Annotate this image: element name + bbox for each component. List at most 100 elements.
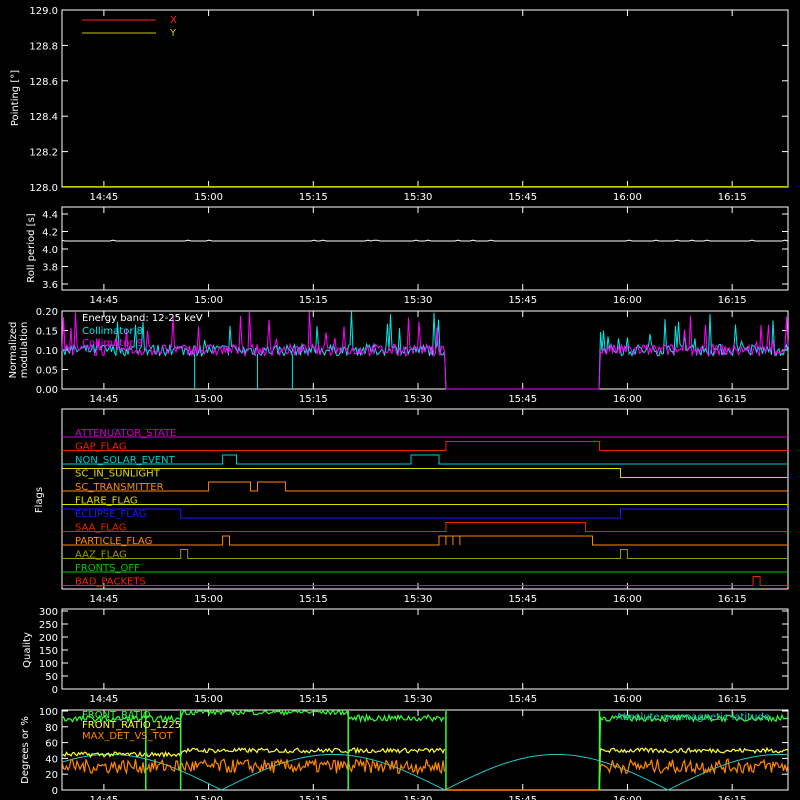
y-tick-label: 0: [52, 786, 58, 797]
modulation-ylabel-line2: modulation: [19, 322, 30, 379]
y-tick-label: 128.0: [29, 183, 58, 194]
legend-collimator-8: Collimator 8: [82, 326, 143, 337]
x-tick-label: 16:00: [613, 694, 642, 705]
x-tick-label: 15:45: [508, 295, 537, 306]
x-tick-label: 15:15: [299, 594, 328, 605]
x-tick-label: 15:00: [194, 795, 223, 800]
y-tick-label: 0.00: [36, 385, 58, 396]
legend-y-label: Y: [169, 28, 177, 39]
pointing-ylabel: Pointing [°]: [10, 70, 21, 126]
y-tick-label: 150: [39, 646, 58, 657]
x-tick-label: 14:45: [89, 594, 118, 605]
x-tick-label: 14:45: [89, 295, 118, 306]
x-tick-label: 15:30: [404, 594, 433, 605]
y-tick-label: 128.4: [29, 112, 58, 123]
energy-band-label: Energy band: 12-25 keV: [82, 313, 203, 324]
y-tick-label: 20: [45, 770, 58, 781]
x-tick-label: 16:15: [718, 192, 747, 203]
flag-label: ECLIPSE_FLAG: [75, 509, 146, 520]
y-tick-label: 50: [45, 672, 58, 683]
x-tick-label: 15:30: [404, 694, 433, 705]
y-tick-label: 0.10: [36, 346, 58, 357]
y-tick-label: 0: [52, 685, 58, 696]
quality-ylabel: Quality: [22, 632, 33, 668]
x-tick-label: 15:30: [404, 295, 433, 306]
x-tick-label: 15:15: [299, 192, 328, 203]
x-tick-label: 14:45: [89, 694, 118, 705]
x-tick-label: 15:15: [299, 394, 328, 405]
flag-label: GAP_FLAG: [75, 442, 127, 453]
figure-background: [0, 0, 800, 800]
x-tick-label: 16:00: [613, 795, 642, 800]
x-tick-label: 15:30: [404, 192, 433, 203]
x-tick-label: 16:00: [613, 594, 642, 605]
legend-front-ratio-1225: FRONT_RATIO_1225: [82, 720, 181, 731]
x-tick-label: 15:00: [194, 192, 223, 203]
x-tick-label: 16:15: [718, 694, 747, 705]
flag-label: NON_SOLAR_EVENT: [75, 455, 176, 466]
y-tick-label: 200: [39, 633, 58, 644]
x-tick-label: 15:45: [508, 192, 537, 203]
x-tick-label: 15:45: [508, 594, 537, 605]
x-tick-label: 14:45: [89, 192, 118, 203]
x-tick-label: 15:00: [194, 694, 223, 705]
x-tick-label: 16:15: [718, 594, 747, 605]
y-tick-label: 0.20: [36, 307, 58, 318]
y-tick-label: 128.6: [29, 77, 58, 88]
x-tick-label: 15:15: [299, 694, 328, 705]
x-tick-label: 16:15: [718, 795, 747, 800]
y-tick-label: 100: [39, 659, 58, 670]
flag-label: AAZ_FLAG: [75, 550, 127, 561]
modulation-ylabel-line1: Normalized: [8, 322, 19, 379]
x-tick-label: 15:30: [404, 394, 433, 405]
x-tick-label: 15:00: [194, 594, 223, 605]
x-tick-label: 15:00: [194, 295, 223, 306]
y-tick-label: 40: [45, 754, 58, 765]
hessi-observing-summary-figure: Pointing [°] 128.0 128.2 128.4 128.6 128.8 12…: [0, 0, 800, 800]
flag-label: PARTICLE_FLAG: [75, 536, 152, 547]
x-tick-label: 15:00: [194, 394, 223, 405]
x-tick-label: 16:00: [613, 394, 642, 405]
x-tick-label: 14:45: [89, 795, 118, 800]
x-tick-label: 15:45: [508, 694, 537, 705]
y-tick-label: 250: [39, 620, 58, 631]
flag-label: SC_IN_SUNLIGHT: [75, 469, 161, 480]
legend-x-label: X: [170, 15, 177, 26]
flag-label: SC_TRANSMITTER: [75, 482, 164, 493]
y-tick-label: 128.8: [29, 41, 58, 52]
legend-collimator-9: Collimator 9: [82, 338, 143, 349]
x-tick-label: 15:45: [508, 394, 537, 405]
flags-ylabel: Flags: [34, 487, 45, 513]
flag-label: FRONTS_OFF: [75, 563, 140, 574]
x-tick-label: 16:15: [718, 394, 747, 405]
geomagnetic-latitude-label: Absolute geomagnetic latitude: [616, 712, 770, 723]
y-tick-label: 3.6: [42, 280, 58, 291]
x-tick-label: 15:15: [299, 295, 328, 306]
y-tick-label: 300: [39, 607, 58, 618]
flag-label: SAA_FLAG: [75, 523, 126, 534]
y-tick-label: 128.2: [29, 148, 58, 159]
roll-ylabel: Roll period [s]: [26, 213, 37, 282]
x-tick-label: 15:15: [299, 795, 328, 800]
flag-label: BAD_PACKETS: [75, 577, 146, 588]
y-tick-label: 0.15: [36, 327, 58, 338]
y-tick-label: 129.0: [29, 6, 58, 17]
x-tick-label: 16:15: [718, 295, 747, 306]
y-tick-label: 0.05: [36, 366, 58, 377]
y-tick-label: 4.2: [42, 228, 58, 239]
ratio-ylabel: Degrees or %: [20, 716, 31, 784]
x-tick-label: 14:45: [89, 394, 118, 405]
flag-label: ATTENUATOR_STATE: [75, 428, 176, 439]
x-tick-label: 15:30: [404, 795, 433, 800]
flag-label: FLARE_FLAG: [75, 496, 138, 507]
y-tick-label: 80: [45, 723, 58, 734]
y-tick-label: 4.4: [42, 210, 58, 221]
x-tick-label: 16:00: [613, 295, 642, 306]
y-tick-label: 100: [39, 707, 58, 718]
x-tick-label: 15:45: [508, 795, 537, 800]
y-tick-label: 3.8: [42, 263, 58, 274]
x-tick-label: 16:00: [613, 192, 642, 203]
legend-max-det-vs-tot: MAX_DET_VS_TOT: [82, 731, 174, 742]
y-tick-label: 4.0: [42, 245, 58, 256]
y-tick-label: 60: [45, 739, 58, 750]
